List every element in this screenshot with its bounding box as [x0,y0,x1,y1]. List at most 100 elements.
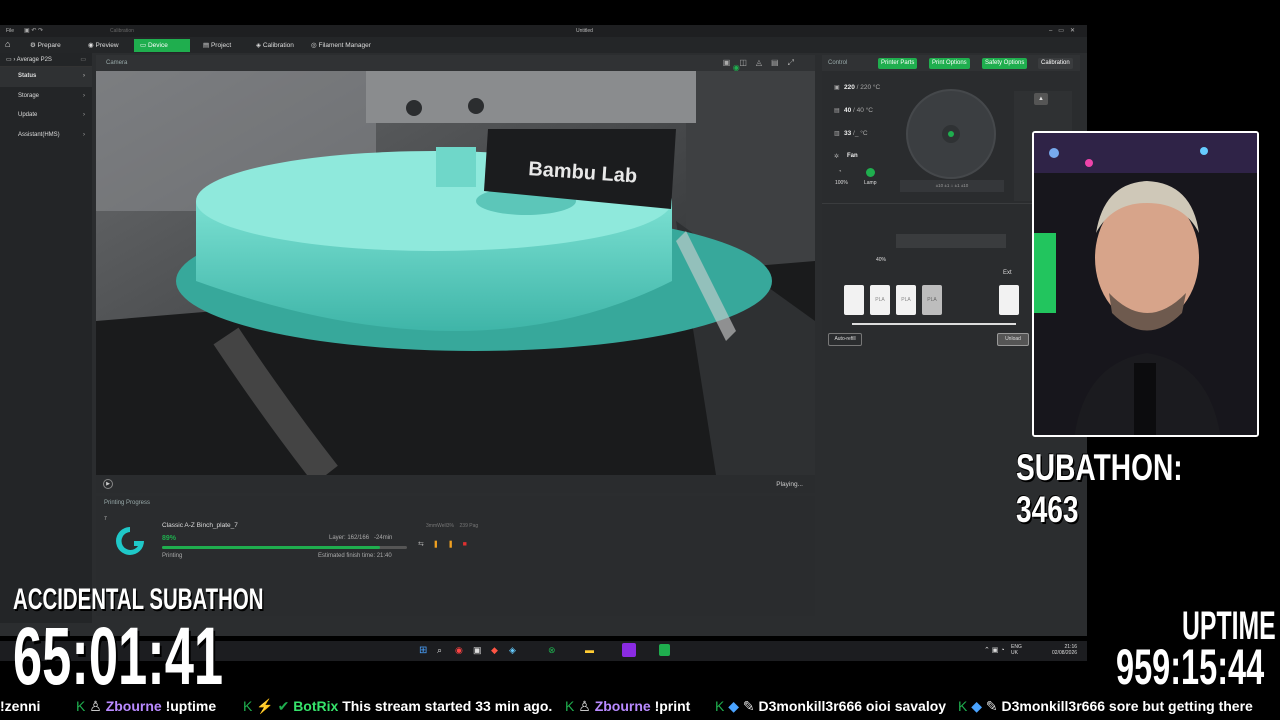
chevron-right-icon: › [83,131,85,138]
bambu-studio-window: File ▣ ↶ ↷ Calibration Untitled –▭✕ ⌂ ⚙ … [0,25,1087,661]
chamber-temp-value: 33 [844,130,852,137]
chat-user: D3monkill3r666 [1001,698,1106,714]
tab-filament-manager[interactable]: ◎ Filament Manager [305,39,377,52]
stop-button[interactable]: ■ [463,541,476,548]
skip-icon[interactable]: ⇆ [418,541,433,548]
steam-icon[interactable]: ◈ [509,645,516,656]
unload-button[interactable]: Unload [997,333,1029,346]
camera-toolbar[interactable]: ▣◫◬▤⤢ ◉ [723,58,803,72]
sidebar-item-assistant[interactable]: Assistant(HMS) › [0,126,92,146]
print-options-button[interactable]: Print Options [929,58,970,69]
ams-tab-strip[interactable] [896,234,1006,248]
kick-badge-icon: K [715,698,725,714]
tab-calibration[interactable]: ◈ Calibration [250,39,300,52]
axis-jog-buttons[interactable]: ±10 ±1 ⌂ ±1 ±10 [900,180,1004,192]
slot-label: PLA [875,297,885,303]
camera-feed: Bambu Lab [96,71,815,475]
tab-label: Calibration [262,42,294,49]
sidebar-item-status[interactable]: Status › [0,67,92,87]
file-menu[interactable]: File [6,28,14,34]
nozzle-temp-target: / 220 °C [856,84,881,91]
tab-project[interactable]: ▤ Project [197,39,237,52]
safety-options-button[interactable]: Safety Options [982,58,1028,69]
chat-message: K ♙ Zbourne !uptime [76,698,216,715]
brave-icon[interactable]: ◆ [491,645,498,656]
gem-badge-icon: ◆ [971,698,983,714]
meta-pages: 239 Pag [459,523,479,529]
ams-slot-3[interactable]: PLA [896,285,916,315]
chat-text: !print [654,698,691,714]
printer-parts-button[interactable]: Printer Parts [878,58,918,69]
chat-text: !zenni [0,698,41,714]
gem-badge-icon: ◆ [728,698,740,714]
bed-temp-target: / 40 °C [853,107,873,114]
chamber-temp[interactable]: 33 /_ °C [844,130,868,137]
webcam-feed [1034,133,1257,435]
device-name: Average P2S [16,57,52,63]
chevron-right-icon: › [83,73,85,79]
language-indicator[interactable]: ENG UK [1011,644,1022,656]
ext-spool-slot[interactable] [999,285,1019,315]
kick-badge-icon: K [243,698,253,714]
chat-message: !zenni [0,698,40,714]
ams-slot-4[interactable]: PLA [922,285,942,315]
z-up-button[interactable]: ▲ [1034,93,1048,105]
auto-refill-button[interactable]: Auto-refill [828,333,862,346]
print-block [436,147,476,187]
bed-icon: ▤ [834,108,840,114]
pause-button[interactable]: ❚❚ [433,541,463,548]
fan-label[interactable]: Fan [847,153,858,159]
system-tray-icons[interactable]: ⌃ ▣ ◔ [984,646,1005,654]
obs-icon[interactable] [622,643,636,657]
quick-icons[interactable]: ▣ ↶ ↷ [24,27,43,34]
sidebar-item-label: Assistant(HMS) [18,131,60,138]
tab-preview[interactable]: ◉ Preview [82,39,125,52]
folder-icon[interactable]: ▬ [585,645,594,655]
sidebar-item-storage[interactable]: Storage › [0,87,92,107]
lamp-icon[interactable] [866,168,875,177]
nozzle-icon: ▣ [834,85,840,91]
sidebar-item-label: Storage [18,92,40,99]
play-button[interactable]: ▶ [103,479,113,489]
search-icon[interactable]: ⌕ [437,645,442,656]
calibration-hint: Calibration [110,28,134,34]
nozzle-temp[interactable]: 220 / 220 °C [844,84,880,91]
clock[interactable]: 21:16 02/08/2026 [1052,644,1077,656]
chat-text: !uptime [165,698,217,714]
bambu-studio-icon[interactable] [659,644,670,656]
plate-number: 7 [104,516,107,522]
chat-message: K ◆ ✎ D3monkill3r666 sore but getting th… [958,698,1253,715]
bed-temp[interactable]: 40 / 40 °C [844,107,873,114]
xbox-icon[interactable]: ⊗ [548,645,556,656]
tab-device[interactable]: ▭ Device [134,39,190,52]
start-icon[interactable]: ⊞ [419,645,427,656]
kick-badge-icon: K [76,698,86,714]
camera-title: Camera [106,60,128,66]
fan-value: 100% [835,180,848,186]
control-title: Control [828,60,848,66]
chrome-icon[interactable]: ◉ [455,645,463,656]
jog-dial[interactable] [906,89,996,179]
estimated-finish: Estimated finish time: 21:40 [318,553,392,559]
bambu-logo-icon [116,527,144,555]
filament-path [852,323,1016,325]
camera-panel: Camera ▣◫◬▤⤢ ◉ Bambu Lab ▶ Playing... [96,55,815,493]
ams-slot-2[interactable]: PLA [870,285,890,315]
home-icon[interactable]: ⌂ [5,39,10,49]
sidebar-item-update[interactable]: Update › [0,106,92,126]
app-icon[interactable]: ▣ [473,645,482,656]
sidebar-item-label: Update [18,112,38,118]
ams-slot-1[interactable] [844,285,864,315]
clock-date: 02/08/2026 [1052,650,1078,656]
verified-badge-icon: ✔ [277,698,290,714]
layer-info: Layer: 162/166 -24min [329,535,392,541]
chamber-icon: ▥ [834,131,840,137]
device-selector[interactable]: ▭ › Average P2S ▭ [0,53,92,67]
speed-icon: ◔ [838,169,842,175]
screw-icon [406,100,422,116]
calibration-button[interactable]: Calibration [1038,58,1073,69]
chat-user: Zbourne [105,698,162,714]
window-controls[interactable]: –▭✕ [1049,27,1081,34]
tab-prepare[interactable]: ⚙ Prepare [24,39,67,52]
device-sidebar: ▭ › Average P2S ▭ Status › Storage › Update… [0,53,92,623]
